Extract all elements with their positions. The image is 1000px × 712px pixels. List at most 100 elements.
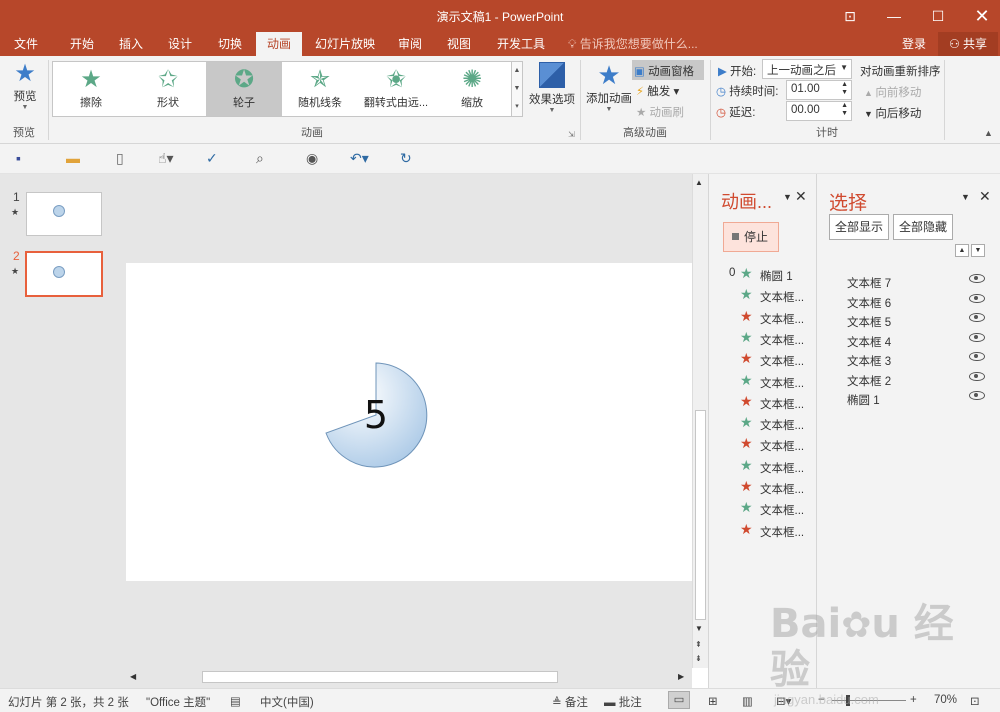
animation-painter-button[interactable]: ★ 动画刷 (636, 104, 684, 120)
horizontal-scrollbar[interactable]: ◀ ▶ (122, 668, 692, 688)
gallery-up-icon[interactable]: ▲ (512, 62, 522, 80)
slide-canvas[interactable]: 5 (126, 263, 692, 581)
spinner-arrows-icon[interactable]: ▲ ▼ (841, 102, 848, 118)
close-icon[interactable]: ✕ (795, 188, 807, 205)
effect-wheel[interactable]: ✪ 轮子 (206, 62, 282, 116)
redo-icon[interactable]: ↻ (400, 150, 412, 166)
scroll-thumb[interactable] (695, 410, 706, 620)
notes-button[interactable]: ≜ 备注 (552, 694, 588, 710)
share-button[interactable]: ⚇ 共享 (938, 32, 998, 56)
zoom-out-icon[interactable]: − (818, 694, 825, 706)
delay-spinner[interactable]: 00.00 ▲ ▼ (786, 101, 852, 121)
animation-list-item[interactable]: 0 ★ 椭圆 1 (709, 265, 817, 285)
scroll-right-icon[interactable]: ▶ (678, 672, 684, 681)
visibility-eye-icon[interactable] (969, 391, 985, 400)
gallery-more-icon[interactable]: ▾ (512, 98, 522, 116)
next-slide-icon[interactable]: ⇟ (695, 654, 702, 663)
selection-list-item[interactable]: 文本框 4 (817, 331, 1000, 350)
slide-thumbnail-1[interactable] (26, 192, 102, 236)
slideshow-icon[interactable]: ⊟▾ (776, 694, 791, 708)
hide-all-button[interactable]: 全部隐藏 (893, 214, 953, 240)
visibility-eye-icon[interactable] (969, 352, 985, 361)
present-icon[interactable]: ◉ (306, 150, 318, 166)
normal-view-icon[interactable]: ▭ (668, 691, 690, 709)
animation-list-item[interactable]: ★ 文本框... (709, 286, 817, 306)
slide-text[interactable]: 5 (358, 393, 394, 437)
duration-spinner[interactable]: 01.00 ▲ ▼ (786, 80, 852, 100)
visibility-eye-icon[interactable] (969, 332, 985, 342)
animation-list-item[interactable]: ★ 文本框... (709, 372, 817, 392)
stop-button[interactable]: 停止 (723, 222, 779, 252)
save-icon[interactable]: ▪ (16, 150, 21, 166)
undo-icon[interactable]: ↶▾ (350, 150, 369, 166)
animation-pane-button[interactable]: ▣ 动画窗格 (632, 60, 704, 80)
maximize-button[interactable]: ☐ (916, 0, 960, 32)
visibility-eye-icon[interactable] (969, 313, 985, 322)
animation-list-item[interactable]: ★ 文本框... (709, 478, 817, 498)
animation-list-item[interactable]: ★ 文本框... (709, 414, 817, 434)
wheel-shape[interactable] (126, 263, 692, 581)
gallery-scroll[interactable]: ▲ ▼ ▾ (511, 61, 523, 117)
animation-list-item[interactable]: ★ 文本框... (709, 308, 817, 328)
bring-forward-icon[interactable]: ▲ (955, 244, 969, 257)
scroll-thumb[interactable] (202, 671, 558, 683)
visibility-eye-icon[interactable] (969, 274, 985, 283)
slide-sorter-icon[interactable]: ⊞ (708, 694, 718, 708)
animation-list-item[interactable]: ★ 文本框... (709, 393, 817, 413)
tab-home[interactable]: 开始 (58, 32, 106, 56)
selection-list-item[interactable]: 文本框 7 (817, 272, 1000, 291)
tab-view[interactable]: 视图 (436, 32, 482, 56)
zoom-level[interactable]: 70% (934, 694, 957, 706)
effect-options-button[interactable]: 效果选项 ▼ (528, 60, 576, 122)
tab-insert[interactable]: 插入 (108, 32, 154, 56)
spinner-arrows-icon[interactable]: ▲ ▼ (841, 81, 848, 97)
login-link[interactable]: 登录 (896, 32, 932, 56)
effect-wipe[interactable]: ★ 擦除 (53, 62, 129, 116)
zoom-slider-thumb[interactable] (846, 695, 850, 706)
selection-list-item[interactable]: 椭圆 1 (817, 389, 1000, 408)
vertical-scrollbar[interactable]: ▲ ▼ ⇞ ⇟ (692, 174, 708, 668)
visibility-eye-icon[interactable] (969, 371, 985, 381)
trigger-button[interactable]: ⚡ 触发 ▾ (636, 83, 679, 99)
dialog-launcher-icon[interactable]: ⇲ (568, 130, 575, 139)
print-preview-icon[interactable]: ⌕ (256, 150, 264, 166)
tab-developer[interactable]: 开发工具 (488, 32, 554, 56)
send-backward-icon[interactable]: ▼ (971, 244, 985, 257)
show-all-button[interactable]: 全部显示 (829, 214, 889, 240)
selection-list-item[interactable]: 文本框 5 (817, 311, 1000, 330)
chevron-down-icon[interactable]: ▼ (783, 192, 792, 202)
close-icon[interactable]: ✕ (979, 188, 991, 205)
preview-button[interactable]: ★ 预览 ▼ (8, 60, 42, 116)
effect-shape[interactable]: ✩ 形状 (130, 62, 206, 116)
minimize-button[interactable]: — (872, 0, 916, 32)
language[interactable]: 中文(中国) (260, 694, 314, 710)
tab-slideshow[interactable]: 幻灯片放映 (308, 32, 382, 56)
tab-design[interactable]: 设计 (156, 32, 204, 56)
tab-review[interactable]: 审阅 (388, 32, 432, 56)
animation-list-item[interactable]: ★ 文本框... (709, 350, 817, 370)
tab-transitions[interactable]: 切换 (206, 32, 254, 56)
touch-mode-icon[interactable]: ☝▾ (158, 150, 174, 166)
effect-zoom[interactable]: ✺ 缩放 (434, 62, 510, 116)
tab-file[interactable]: 文件 (0, 32, 52, 56)
close-button[interactable]: ✕ (960, 0, 1000, 32)
slide-thumbnail-2[interactable] (25, 251, 103, 297)
tell-me-box[interactable]: 💡︎ 告诉我您想要做什么... (568, 32, 698, 56)
selection-list-item[interactable]: 文本框 6 (817, 292, 1000, 311)
start-select[interactable]: 上一动画之后 ▼ (762, 59, 852, 79)
selection-list-item[interactable]: 文本框 2 (817, 370, 1000, 389)
new-file-icon[interactable]: ▯ (116, 150, 124, 166)
open-folder-icon[interactable]: ▬ (66, 150, 80, 166)
scroll-left-icon[interactable]: ◀ (130, 672, 136, 681)
visibility-eye-icon[interactable] (969, 293, 985, 303)
effect-grow-turn[interactable]: ✬ 翻转式由远... (358, 62, 434, 116)
spellcheck-icon[interactable]: ▤ (230, 694, 241, 708)
animation-list-item[interactable]: ★ 文本框... (709, 499, 817, 519)
scroll-down-icon[interactable]: ▼ (695, 624, 703, 633)
add-animation-button[interactable]: ★ 添加动画 ▼ (584, 60, 634, 122)
animation-list-item[interactable]: ★ 文本框... (709, 457, 817, 477)
animation-list-item[interactable]: ★ 文本框... (709, 435, 817, 455)
scroll-up-icon[interactable]: ▲ (695, 178, 703, 187)
chevron-down-icon[interactable]: ▼ (961, 192, 970, 202)
spelling-icon[interactable]: ✓ (206, 150, 218, 166)
